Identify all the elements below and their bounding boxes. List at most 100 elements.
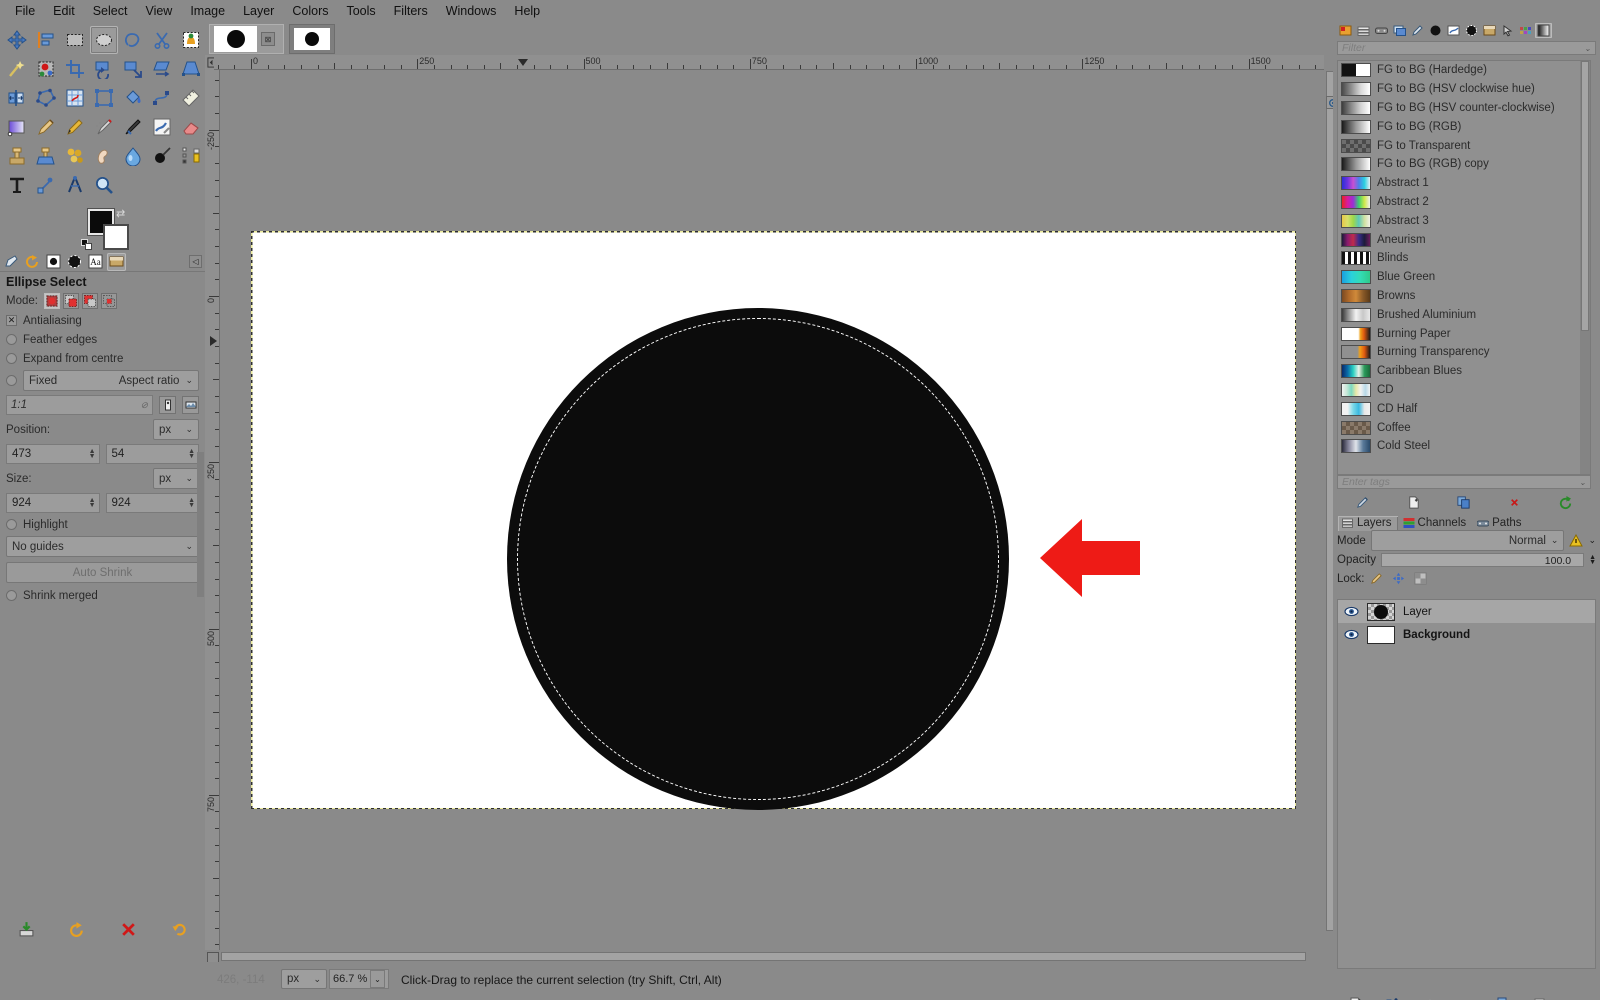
gradient-list-item[interactable]: Abstract 1 [1338,174,1590,193]
gradient-list-item[interactable]: Abstract 3 [1338,211,1590,230]
fuzzy-select-tool[interactable] [3,55,31,83]
move-tool[interactable] [3,26,31,54]
gradient-list-item[interactable]: FG to BG (RGB) [1338,117,1590,136]
tab-patterns-dock[interactable] [1481,23,1498,38]
eraser-tool[interactable] [177,113,205,141]
spinner-arrows-icon[interactable]: ▲▼ [188,498,195,508]
layer-mode-warning-icon[interactable] [1569,534,1583,548]
new-gradient-icon[interactable] [1406,495,1421,510]
feather-edges-checkbox[interactable] [6,334,17,345]
tab-tool-preset[interactable] [1409,23,1426,38]
blur-sharpen-tool[interactable] [119,142,147,170]
menu-item-select[interactable]: Select [84,2,137,20]
position-x-input[interactable]: 473 ▲▼ [6,444,100,464]
tab-brushes-dock[interactable] [1427,23,1444,38]
clear-icon[interactable]: ⊘ [140,400,148,411]
bucket-fill-tool[interactable] [119,84,147,112]
tab-brushes[interactable] [44,253,63,271]
tab-brushes-2[interactable] [1463,23,1480,38]
tab-paths[interactable]: Paths [1473,516,1527,531]
gradient-list-item[interactable]: Browns [1338,287,1590,306]
shrink-merged-checkbox[interactable] [6,590,17,601]
alignment-tool[interactable] [32,26,60,54]
new-layer-icon[interactable] [1348,996,1364,1000]
gradient-list[interactable]: FG to BG (Hardedge)FG to BG (HSV clockwi… [1337,60,1591,475]
clone-tool[interactable] [3,142,31,170]
free-select-tool[interactable] [119,26,147,54]
text-tool[interactable] [3,171,31,199]
raise-layer-icon[interactable] [1422,996,1438,1000]
menu-item-file[interactable]: File [6,2,44,20]
tab-pointer[interactable] [1499,23,1516,38]
gradient-list-item[interactable]: FG to BG (HSV counter-clockwise) [1338,99,1590,118]
mode-replace-button[interactable] [44,293,60,309]
warp-transform-tool[interactable] [61,84,89,112]
gradient-list-item[interactable]: Cold Steel [1338,437,1590,456]
size-height-input[interactable]: 924 ▲▼ [106,493,200,513]
spinner-arrows-icon[interactable]: ▲▼ [1589,555,1596,565]
menu-item-view[interactable]: View [136,2,181,20]
reset-tool-options-icon[interactable] [171,921,188,938]
shear-tool[interactable] [148,55,176,83]
lock-pixels-icon[interactable] [1370,572,1383,585]
gradient-list-item[interactable]: FG to BG (HSV clockwise hue) [1338,80,1590,99]
tab-layers[interactable]: Layers [1338,516,1398,531]
duplicate-layer-icon[interactable] [1496,996,1512,1000]
gradient-list-item[interactable]: Abstract 2 [1338,193,1590,212]
gradient-list-item[interactable]: CD [1338,381,1590,400]
menu-item-filters[interactable]: Filters [385,2,437,20]
tool-options-scrollbar[interactable] [196,452,205,597]
zoom-tool[interactable] [90,171,118,199]
tab-patterns[interactable] [107,253,126,271]
fixed-aspect-combo[interactable]: Fixed Aspect ratio ⌄ [23,370,199,391]
vertical-ruler[interactable]: -2500250500750 [205,70,220,950]
gradient-tool[interactable] [3,113,31,141]
gradient-list-item[interactable]: CD Half [1338,399,1590,418]
tab-paint-dynamics[interactable] [1445,23,1462,38]
antialiasing-checkbox[interactable] [6,315,17,326]
duplicate-gradient-icon[interactable] [1456,495,1471,510]
size-unit-combo[interactable]: px ⌄ [153,468,199,489]
lock-position-icon[interactable] [1392,572,1405,585]
close-tab-icon[interactable]: ⊠ [261,32,275,46]
gradient-list-scrollbar[interactable] [1580,61,1590,475]
edit-gradient-icon[interactable] [1355,495,1370,510]
save-tool-options-icon[interactable] [18,921,35,938]
pencil-tool[interactable] [61,113,89,141]
layer-visibility-icon[interactable] [1344,628,1359,641]
unified-transform-tool[interactable] [90,84,118,112]
menu-item-layer[interactable]: Layer [234,2,283,20]
tab-palettes[interactable] [1517,23,1534,38]
image-tab-1[interactable]: ⊠ [209,24,284,54]
lower-layer-icon[interactable] [1459,996,1475,1000]
portrait-orientation-button[interactable] [159,396,176,414]
paintbrush-tool[interactable] [32,113,60,141]
perspective-clone-tool[interactable] [32,142,60,170]
spinner-arrows-icon[interactable]: ▲▼ [89,449,96,459]
cage-transform-tool[interactable] [32,84,60,112]
spinner-arrows-icon[interactable]: ▲▼ [188,449,195,459]
zoom-level-input[interactable]: 66.7 % ⌄ [329,969,389,989]
guides-combo[interactable]: No guides ⌄ [6,536,199,557]
chevron-down-icon[interactable]: ⌄ [1584,44,1591,53]
highlight-checkbox[interactable] [6,519,17,530]
measure-tool[interactable] [177,84,205,112]
flip-tool[interactable] [3,84,31,112]
layer-opacity-slider[interactable]: 100.0 [1381,553,1584,567]
image-tab-2[interactable] [289,24,335,54]
expand-from-centre-checkbox[interactable] [6,353,17,364]
gradient-list-item[interactable]: FG to Transparent [1338,136,1590,155]
tab-dynamics[interactable] [65,253,84,271]
restore-tool-options-icon[interactable] [69,921,86,938]
layer-row[interactable]: Layer [1338,600,1595,623]
gradient-list-item[interactable]: Coffee [1338,418,1590,437]
gradient-list-item[interactable]: FG to BG (Hardedge) [1338,61,1590,80]
chevron-down-icon[interactable]: ⌄ [370,970,385,988]
expand-from-centre-row[interactable]: Expand from centre [0,349,205,368]
fixed-checkbox[interactable] [6,375,17,386]
anchor-layer-icon[interactable] [1533,996,1549,1000]
paths-tool[interactable] [148,84,176,112]
tab-device-status[interactable] [1373,23,1390,38]
tab-layers-dock[interactable] [1355,23,1372,38]
tab-channels[interactable]: Channels [1399,516,1473,531]
